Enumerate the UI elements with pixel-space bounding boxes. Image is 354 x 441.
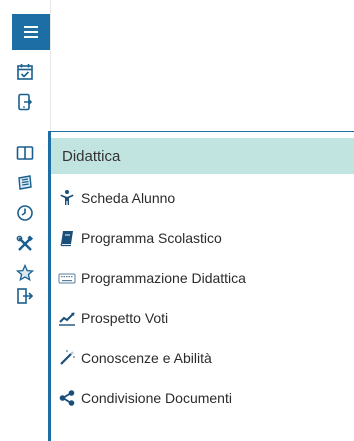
sidebar-item-didattica[interactable] [16, 144, 34, 162]
menu-item-condivisione-documenti[interactable]: Condivisione Documenti [55, 384, 345, 412]
menu-item-label: Condivisione Documenti [81, 390, 232, 406]
star-outline-icon [16, 264, 34, 282]
menu-item-label: Programma Scolastico [81, 230, 222, 246]
open-book-icon [16, 146, 34, 160]
calendar-check-icon [17, 64, 33, 80]
sidebar-item-agenda[interactable] [16, 63, 34, 81]
child-icon [58, 189, 76, 207]
sidebar-item-logout[interactable] [16, 287, 34, 305]
sidebar [0, 0, 51, 441]
tools-icon [16, 235, 34, 251]
book-icon [58, 229, 76, 247]
menu-item-label: Scheda Alunno [81, 190, 176, 206]
magic-wand-icon [58, 349, 76, 367]
sidebar-item-orario[interactable] [16, 204, 34, 222]
sidebar-item-bacheca[interactable] [16, 174, 34, 192]
keyboard-icon [58, 269, 76, 287]
line-chart-icon [58, 309, 76, 327]
menu-item-programmazione-didattica[interactable]: Programmazione Didattica [55, 264, 345, 292]
sidebar-item-strumenti[interactable] [16, 235, 34, 253]
menu-item-label: Prospetto Voti [81, 310, 169, 326]
menu-item-prospetto-voti[interactable]: Prospetto Voti [55, 304, 345, 332]
flyout-title: Didattica [62, 147, 121, 165]
menu-item-label: Programmazione Didattica [81, 270, 246, 286]
clock-icon [17, 205, 33, 221]
sign-out-icon [17, 288, 34, 304]
menu-item-programma-scolastico[interactable]: Programma Scolastico [55, 224, 345, 252]
didattica-flyout-menu: Didattica Scheda Alunno Programma Scolas… [48, 131, 354, 441]
menu-item-conoscenze-abilita[interactable]: Conoscenze e Abilità [55, 344, 345, 372]
menu-item-scheda-alunno[interactable]: Scheda Alunno [55, 184, 345, 212]
app-root: Didattica Scheda Alunno Programma Scolas… [0, 0, 354, 441]
menu-item-label: Conoscenze e Abilità [81, 350, 212, 366]
newspaper-icon [18, 175, 32, 190]
mobile-export-icon [18, 93, 33, 111]
sidebar-item-app[interactable] [16, 93, 34, 111]
menu-toggle-button[interactable] [12, 14, 50, 50]
menu-icon [24, 26, 38, 38]
flyout-header: Didattica [51, 138, 354, 174]
share-icon [58, 389, 76, 407]
sidebar-item-preferiti[interactable] [16, 264, 34, 282]
